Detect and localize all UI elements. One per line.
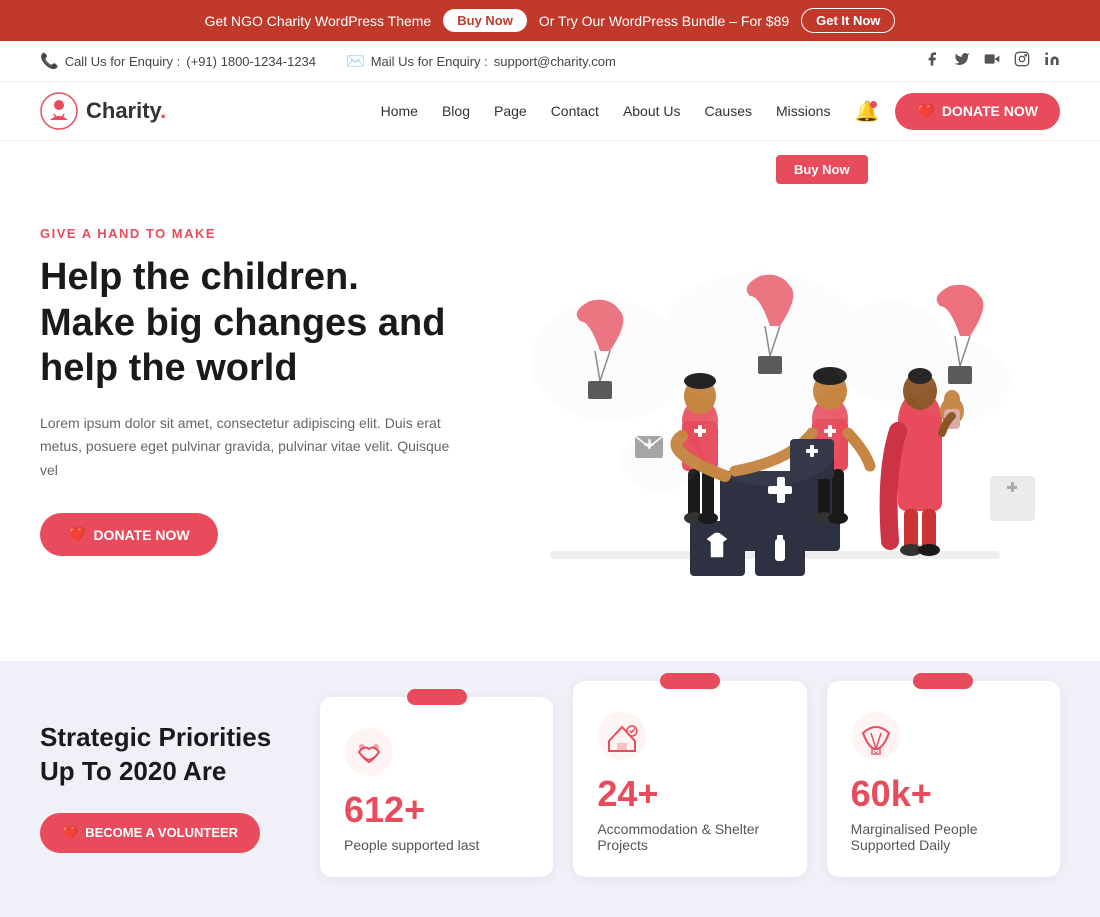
logo: Charity. (40, 92, 166, 130)
stat-card-people: 612+ People supported last (320, 697, 553, 877)
mail-label: Mail Us for Enquiry : (371, 54, 488, 69)
stat-label-accommodation: Accommodation & Shelter Projects (597, 821, 782, 853)
nav-blog[interactable]: Blog (442, 103, 470, 119)
volunteer-heart-icon: ❤️ (62, 825, 78, 841)
hands-icon (344, 727, 529, 777)
youtube-link[interactable] (984, 51, 1000, 71)
hero-illustration-container (460, 181, 1060, 601)
stat-card-top-bar (407, 689, 467, 705)
notification-bell-button[interactable]: 🔔 (854, 99, 879, 124)
social-links (924, 51, 1060, 71)
banner-separator: Or Try Our WordPress Bundle – For $89 (539, 13, 789, 29)
stat-number-marginalised: 60k+ (851, 773, 1036, 815)
buy-now-banner-button[interactable]: Buy Now (443, 9, 527, 32)
nav-causes[interactable]: Causes (705, 103, 752, 119)
nav-home[interactable]: Home (381, 103, 418, 119)
nav-actions: 🔔 ❤️ DONATE NOW (854, 93, 1060, 130)
logo-icon (40, 92, 78, 130)
logo-text: Charity. (86, 98, 166, 124)
nav-page[interactable]: Page (494, 103, 527, 119)
parachute-icon (851, 711, 1036, 761)
main-nav: Home Blog Page Contact About Us Causes M… (381, 103, 831, 119)
stats-intro: Strategic Priorities Up To 2020 Are ❤️ B… (40, 661, 320, 853)
become-volunteer-button[interactable]: ❤️ BECOME A VOLUNTEER (40, 813, 260, 853)
notification-dot (870, 101, 877, 108)
hero-donate-button[interactable]: ❤️ DONATE NOW (40, 513, 218, 556)
donate-now-nav-button[interactable]: ❤️ DONATE NOW (895, 93, 1060, 130)
get-it-now-button[interactable]: Get It Now (801, 8, 895, 33)
shelter-icon (597, 711, 782, 761)
hero-content: GIVE A HAND TO MAKE Help the children. M… (40, 226, 460, 556)
mail-icon: ✉️ (346, 52, 365, 70)
nav-missions-wrap: Missions Buy Now (776, 103, 830, 119)
contact-bar: 📞 Call Us for Enquiry : (+91) 1800-1234-… (0, 41, 1100, 82)
nav-contact[interactable]: Contact (551, 103, 599, 119)
stat-number-people: 612+ (344, 789, 529, 831)
twitter-link[interactable] (954, 51, 970, 71)
stat-number-accommodation: 24+ (597, 773, 782, 815)
phone-icon: 📞 (40, 52, 59, 70)
hero-title: Help the children. Make big changes and … (40, 255, 460, 392)
navbar: Charity. Home Blog Page Contact About Us… (0, 82, 1100, 141)
nav-about-us[interactable]: About Us (623, 103, 681, 119)
stat-card-top-bar-2 (660, 673, 720, 689)
linkedin-link[interactable] (1044, 51, 1060, 71)
call-label: Call Us for Enquiry : (65, 54, 181, 69)
mail-address: support@charity.com (494, 54, 616, 69)
hero-section: GIVE A HAND TO MAKE Help the children. M… (0, 141, 1100, 661)
hero-description: Lorem ipsum dolor sit amet, consectetur … (40, 412, 460, 483)
facebook-link[interactable] (924, 51, 940, 71)
stat-card-top-bar-3 (913, 673, 973, 689)
stat-card-accommodation: 24+ Accommodation & Shelter Projects (573, 681, 806, 877)
top-banner: Get NGO Charity WordPress Theme Buy Now … (0, 0, 1100, 41)
stat-card-marginalised: 60k+ Marginalised People Supported Daily (827, 681, 1060, 877)
heart-icon: ❤️ (917, 103, 934, 120)
stat-label-marginalised: Marginalised People Supported Daily (851, 821, 1036, 853)
stats-cards-container: 612+ People supported last 24+ Accommoda… (320, 661, 1060, 877)
world-map-background (460, 181, 1060, 581)
contact-info: 📞 Call Us for Enquiry : (+91) 1800-1234-… (40, 52, 616, 70)
hero-heart-icon: ❤️ (68, 526, 85, 543)
stat-label-people: People supported last (344, 837, 529, 853)
nav-missions[interactable]: Missions (776, 103, 830, 119)
stats-section: Strategic Priorities Up To 2020 Are ❤️ B… (0, 661, 1100, 917)
phone-contact: 📞 Call Us for Enquiry : (+91) 1800-1234-… (40, 52, 316, 70)
call-number: (+91) 1800-1234-1234 (186, 54, 316, 69)
email-contact: ✉️ Mail Us for Enquiry : support@charity… (346, 52, 616, 70)
stats-title: Strategic Priorities Up To 2020 Are (40, 721, 290, 789)
instagram-link[interactable] (1014, 51, 1030, 71)
banner-text: Get NGO Charity WordPress Theme (205, 13, 432, 29)
hero-eyebrow: GIVE A HAND TO MAKE (40, 226, 460, 241)
